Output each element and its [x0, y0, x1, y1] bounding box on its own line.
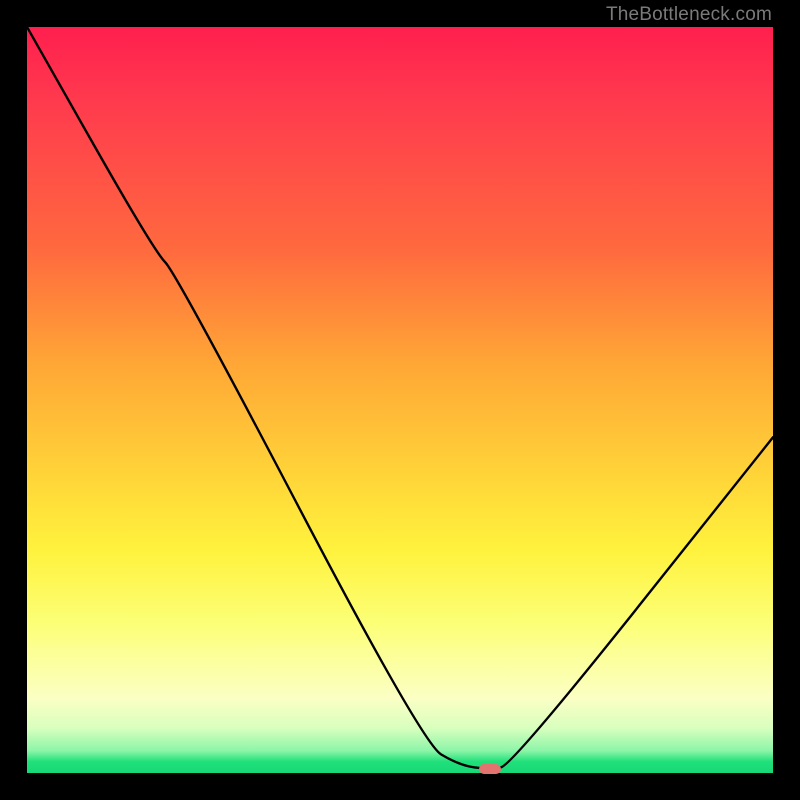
optimal-marker — [479, 764, 501, 774]
watermark-label: TheBottleneck.com — [606, 4, 772, 26]
chart-frame: TheBottleneck.com — [0, 0, 800, 800]
bottleneck-curve — [27, 27, 773, 773]
plot-area — [27, 27, 773, 773]
